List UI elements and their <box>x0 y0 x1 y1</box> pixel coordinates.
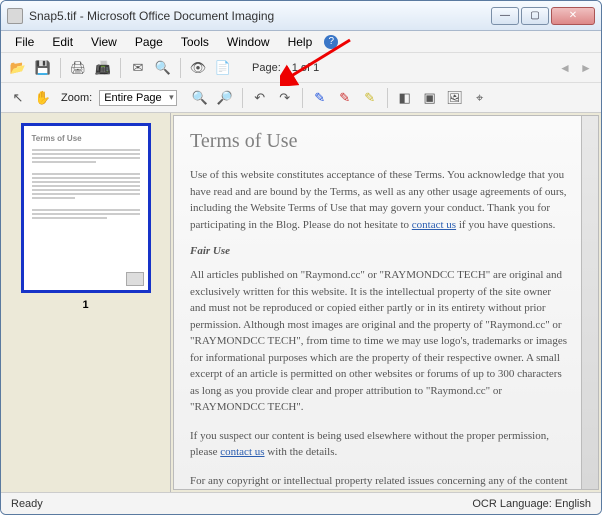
thumbnail-pane: Terms of Use 1 <box>1 113 171 492</box>
toolbar-main: 📂 💾 🖨 📠 ✉ 🔍 👁 📄 Page: 1 of 1 ◄ ► <box>1 53 601 83</box>
prev-page-icon[interactable]: ◄ <box>556 59 574 77</box>
highlighter-icon[interactable]: ✎ <box>359 87 381 109</box>
zoom-label: Zoom: <box>61 92 92 104</box>
doc-paragraph: Use of this website constitutes acceptan… <box>190 167 582 233</box>
menu-view[interactable]: View <box>83 33 125 51</box>
doc-paragraph: All articles published on "Raymond.cc" o… <box>190 267 582 416</box>
zoom-out-icon[interactable]: 🔎 <box>214 87 236 109</box>
titlebar: Snap5.tif - Microsoft Office Document Im… <box>1 1 601 31</box>
menu-edit[interactable]: Edit <box>44 33 81 51</box>
doc-paragraph: For any copyright or intellectual proper… <box>190 473 582 491</box>
status-left: Ready <box>11 498 43 510</box>
mail-icon[interactable]: ✉ <box>127 57 149 79</box>
eraser-icon[interactable]: ◧ <box>394 87 416 109</box>
save-icon[interactable]: 💾 <box>32 57 54 79</box>
menu-help[interactable]: Help <box>280 33 321 51</box>
status-right: OCR Language: English <box>472 498 591 510</box>
window-title: Snap5.tif - Microsoft Office Document Im… <box>29 9 491 23</box>
page-label: Page: <box>252 62 281 74</box>
menu-tools[interactable]: Tools <box>173 33 217 51</box>
next-page-icon[interactable]: ► <box>577 59 595 77</box>
print-icon[interactable]: 🖨 <box>67 57 89 79</box>
scan-icon[interactable]: 📠 <box>92 57 114 79</box>
doc-paragraph: If you suspect our content is being used… <box>190 428 582 461</box>
zoom-value: Entire Page <box>104 92 161 104</box>
ocr-icon[interactable]: 👁 <box>187 57 209 79</box>
pen-blue-icon[interactable]: ✎ <box>309 87 331 109</box>
zoom-in-icon[interactable]: 🔍 <box>189 87 211 109</box>
contact-link[interactable]: contact us <box>220 446 264 458</box>
contact-link[interactable]: contact us <box>412 219 456 231</box>
rotate-right-icon[interactable]: ↷ <box>274 87 296 109</box>
menubar: File Edit View Page Tools Window Help ? <box>1 31 601 53</box>
document-pane[interactable]: Terms of Use Use of this website constit… <box>173 115 599 490</box>
content-area: Terms of Use 1 Terms of Use Use of this … <box>1 113 601 492</box>
menu-window[interactable]: Window <box>219 33 278 51</box>
insert-image-icon[interactable]: 🖼 <box>444 87 466 109</box>
help-icon[interactable]: ? <box>324 35 338 49</box>
close-button[interactable]: ✕ <box>551 7 595 25</box>
minimize-button[interactable]: — <box>491 7 519 25</box>
thumb-corner-icon <box>126 272 144 286</box>
doc-subheading: Fair Use <box>190 245 582 257</box>
doc-heading: Terms of Use <box>190 130 582 153</box>
send-word-icon[interactable]: 📄 <box>212 57 234 79</box>
statusbar: Ready OCR Language: English <box>1 492 601 514</box>
text-select-icon[interactable]: ⌖ <box>469 87 491 109</box>
find-icon[interactable]: 🔍 <box>152 57 174 79</box>
hand-icon[interactable]: ✋ <box>32 87 54 109</box>
page-thumbnail[interactable]: Terms of Use <box>21 123 151 293</box>
app-icon <box>7 8 23 24</box>
maximize-button[interactable]: ▢ <box>521 7 549 25</box>
rotate-left-icon[interactable]: ↶ <box>249 87 271 109</box>
select-image-icon[interactable]: ▣ <box>419 87 441 109</box>
page-value: 1 of 1 <box>292 62 320 74</box>
menu-file[interactable]: File <box>7 33 42 51</box>
zoom-select[interactable]: Entire Page <box>99 90 176 106</box>
pen-red-icon[interactable]: ✎ <box>334 87 356 109</box>
toolbar-view: ↖ ✋ Zoom: Entire Page 🔍 🔎 ↶ ↷ ✎ ✎ ✎ ◧ ▣ … <box>1 83 601 113</box>
thumb-doc-title: Terms of Use <box>32 134 140 143</box>
open-icon[interactable]: 📂 <box>7 57 29 79</box>
thumbnail-number: 1 <box>82 299 88 311</box>
app-window: Snap5.tif - Microsoft Office Document Im… <box>0 0 602 515</box>
pointer-icon[interactable]: ↖ <box>7 87 29 109</box>
menu-page[interactable]: Page <box>127 33 171 51</box>
